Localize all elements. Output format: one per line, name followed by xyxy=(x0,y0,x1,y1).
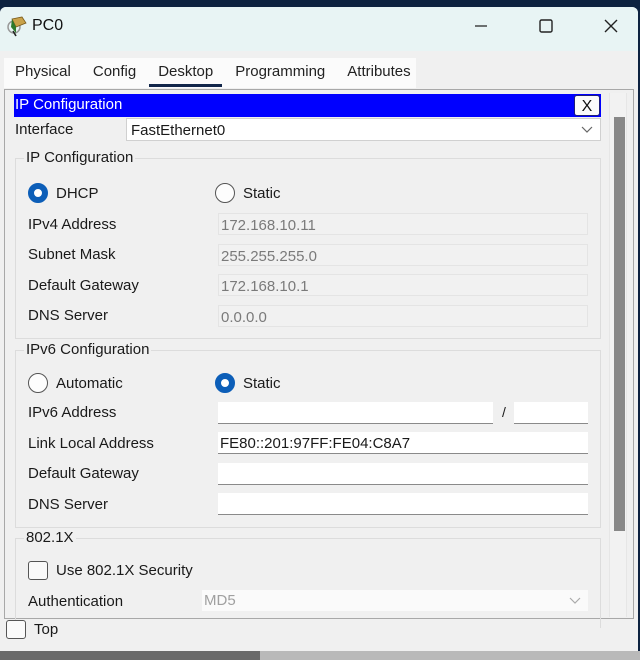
ipv4-group-title: IP Configuration xyxy=(24,149,136,166)
top-checkbox[interactable]: Top xyxy=(6,620,58,639)
authentication-select[interactable]: MD5 xyxy=(202,590,588,611)
ipv6-address-input[interactable] xyxy=(218,402,493,424)
dot1x-group-title: 802.1X xyxy=(24,529,76,546)
desktop-content: IP Configuration X Interface FastEtherne… xyxy=(4,89,634,628)
ipv6-group-title: IPv6 Configuration xyxy=(24,341,152,358)
ipv6-address-label: IPv6 Address xyxy=(28,404,117,421)
authentication-value: MD5 xyxy=(204,592,236,609)
interface-select[interactable]: FastEthernet0 xyxy=(126,118,601,141)
static-ipv4-label: Static xyxy=(243,184,281,202)
ipv4-address-field[interactable]: 172.168.10.11 xyxy=(218,213,588,235)
tab-config[interactable]: Config xyxy=(82,58,147,88)
authentication-label: Authentication xyxy=(28,593,124,610)
vertical-scrollbar[interactable] xyxy=(609,93,627,617)
tab-attributes[interactable]: Attributes xyxy=(336,58,421,88)
use-dot1x-checkbox[interactable]: Use 802.1X Security xyxy=(28,561,193,580)
interface-value: FastEthernet0 xyxy=(131,122,226,139)
horizontal-scrollbar[interactable] xyxy=(0,651,640,660)
ip-config-title: IP Configuration xyxy=(15,96,123,113)
vertical-scrollbar-thumb[interactable] xyxy=(614,117,625,531)
minimize-icon xyxy=(475,25,487,27)
tab-physical[interactable]: Physical xyxy=(4,58,82,88)
close-icon xyxy=(604,19,618,33)
dhcp-radio[interactable]: DHCP xyxy=(28,183,99,203)
maximize-button[interactable] xyxy=(523,7,569,45)
subnet-mask-field[interactable]: 255.255.255.0 xyxy=(218,244,588,266)
chevron-down-icon xyxy=(569,597,581,604)
prefix-separator: / xyxy=(502,404,506,420)
window-title: PC0 xyxy=(32,17,64,34)
static-ipv6-radio[interactable]: Static xyxy=(215,373,281,393)
ip-config-close-button[interactable]: X xyxy=(574,95,600,116)
dot1x-group: 802.1X Use 802.1X Security Authenticatio… xyxy=(15,529,601,628)
horizontal-scrollbar-thumb[interactable] xyxy=(0,651,260,660)
ipv4-dns-field[interactable]: 0.0.0.0 xyxy=(218,305,588,327)
ipv4-gateway-label: Default Gateway xyxy=(28,277,139,294)
ipv6-config-group: IPv6 Configuration Automatic Static IPv6… xyxy=(15,341,601,528)
link-local-label: Link Local Address xyxy=(28,435,154,452)
close-window-button[interactable] xyxy=(588,7,634,45)
checkbox-icon xyxy=(6,620,26,639)
ipv4-address-label: IPv4 Address xyxy=(28,216,117,233)
ip-config-header: IP Configuration X xyxy=(14,94,601,117)
pc0-window: PC0 Physical Config Desktop Programming … xyxy=(0,7,638,651)
tab-programming[interactable]: Programming xyxy=(224,58,336,88)
maximize-icon xyxy=(539,19,553,33)
ipv6-prefix-input[interactable] xyxy=(514,402,588,424)
use-dot1x-label: Use 802.1X Security xyxy=(56,562,193,579)
radio-selected-icon xyxy=(28,183,48,203)
checkbox-icon xyxy=(28,561,48,580)
static-ipv6-label: Static xyxy=(243,374,281,392)
top-label: Top xyxy=(34,621,59,638)
subnet-mask-label: Subnet Mask xyxy=(28,246,116,263)
dhcp-label: DHCP xyxy=(56,184,99,202)
radio-selected-icon xyxy=(215,373,235,393)
automatic-radio[interactable]: Automatic xyxy=(28,373,123,393)
ipv6-gateway-input[interactable] xyxy=(218,463,588,485)
pc-app-icon xyxy=(7,16,27,37)
ipv4-config-group: IP Configuration DHCP Static IPv4 Addres… xyxy=(15,149,601,339)
ipv6-gateway-label: Default Gateway xyxy=(28,465,139,482)
interface-label: Interface xyxy=(15,121,74,138)
ipv4-gateway-field[interactable]: 172.168.10.1 xyxy=(218,274,588,296)
automatic-label: Automatic xyxy=(56,374,123,392)
ipv6-dns-label: DNS Server xyxy=(28,496,109,513)
title-bar[interactable]: PC0 xyxy=(0,7,638,51)
link-local-input[interactable]: FE80::201:97FF:FE04:C8A7 xyxy=(218,432,588,454)
static-ipv4-radio[interactable]: Static xyxy=(215,183,281,203)
ipv4-dns-label: DNS Server xyxy=(28,307,109,324)
radio-unselected-icon xyxy=(215,183,235,203)
tab-bar: Physical Config Desktop Programming Attr… xyxy=(4,58,416,88)
tab-desktop[interactable]: Desktop xyxy=(147,58,224,88)
minimize-button[interactable] xyxy=(458,7,504,45)
chevron-down-icon xyxy=(581,126,593,133)
radio-unselected-icon xyxy=(28,373,48,393)
ipv6-dns-input[interactable] xyxy=(218,493,588,515)
